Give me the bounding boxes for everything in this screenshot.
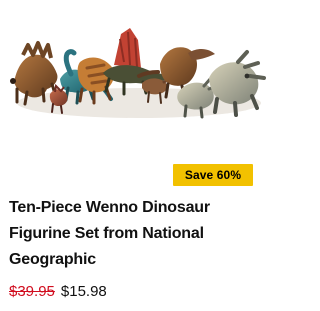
product-image[interactable] (0, 0, 277, 150)
sale-price: $15.98 (60, 283, 107, 300)
original-price: $39.95 (9, 283, 55, 300)
dinosaur-figurines-image[interactable] (0, 0, 277, 150)
product-title[interactable]: Ten-Piece Wenno Dinosaur Figurine Set fr… (9, 195, 264, 273)
product-card[interactable]: Save 60% Ten-Piece Wenno Dinosaur Figuri… (0, 0, 277, 311)
price-row: $39.95 $15.98 (9, 282, 107, 302)
discount-badge: Save 60% (173, 164, 253, 186)
